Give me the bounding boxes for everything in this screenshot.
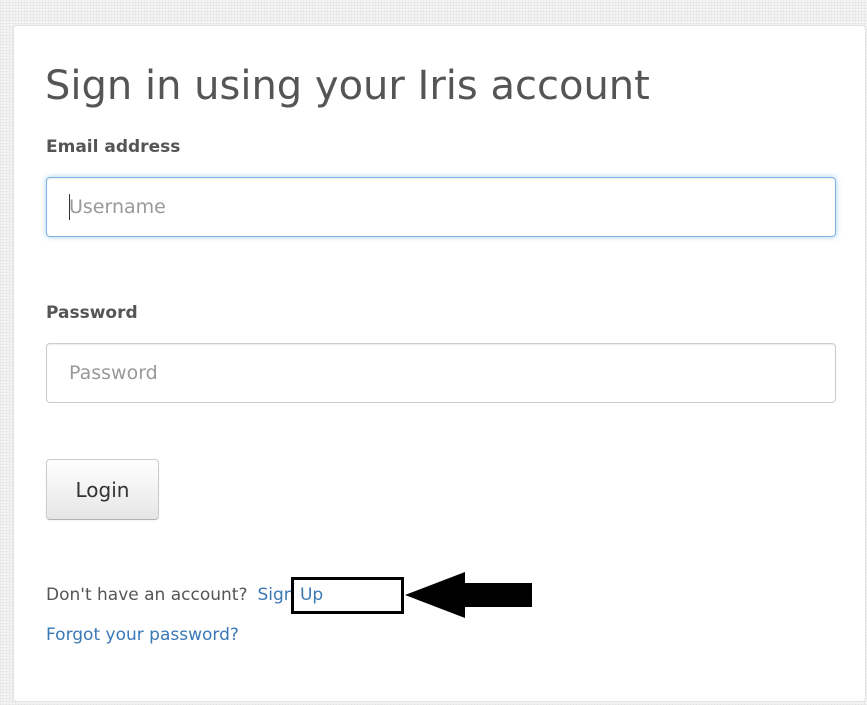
password-input[interactable] bbox=[46, 343, 836, 403]
email-label: Email address bbox=[46, 137, 181, 157]
login-button[interactable]: Login bbox=[46, 459, 159, 520]
text-cursor bbox=[69, 194, 70, 220]
arrow-left-icon bbox=[405, 572, 532, 618]
username-input[interactable] bbox=[46, 177, 836, 237]
login-panel: Sign in using your Iris account Email ad… bbox=[13, 25, 866, 702]
signup-row: Don't have an account? Sign Up bbox=[46, 583, 323, 607]
password-label: Password bbox=[46, 303, 138, 323]
sign-up-highlight-box bbox=[291, 577, 404, 614]
signup-prompt: Don't have an account? bbox=[46, 585, 248, 605]
forgot-password-link[interactable]: Forgot your password? bbox=[46, 623, 239, 647]
page-title: Sign in using your Iris account bbox=[45, 63, 650, 109]
